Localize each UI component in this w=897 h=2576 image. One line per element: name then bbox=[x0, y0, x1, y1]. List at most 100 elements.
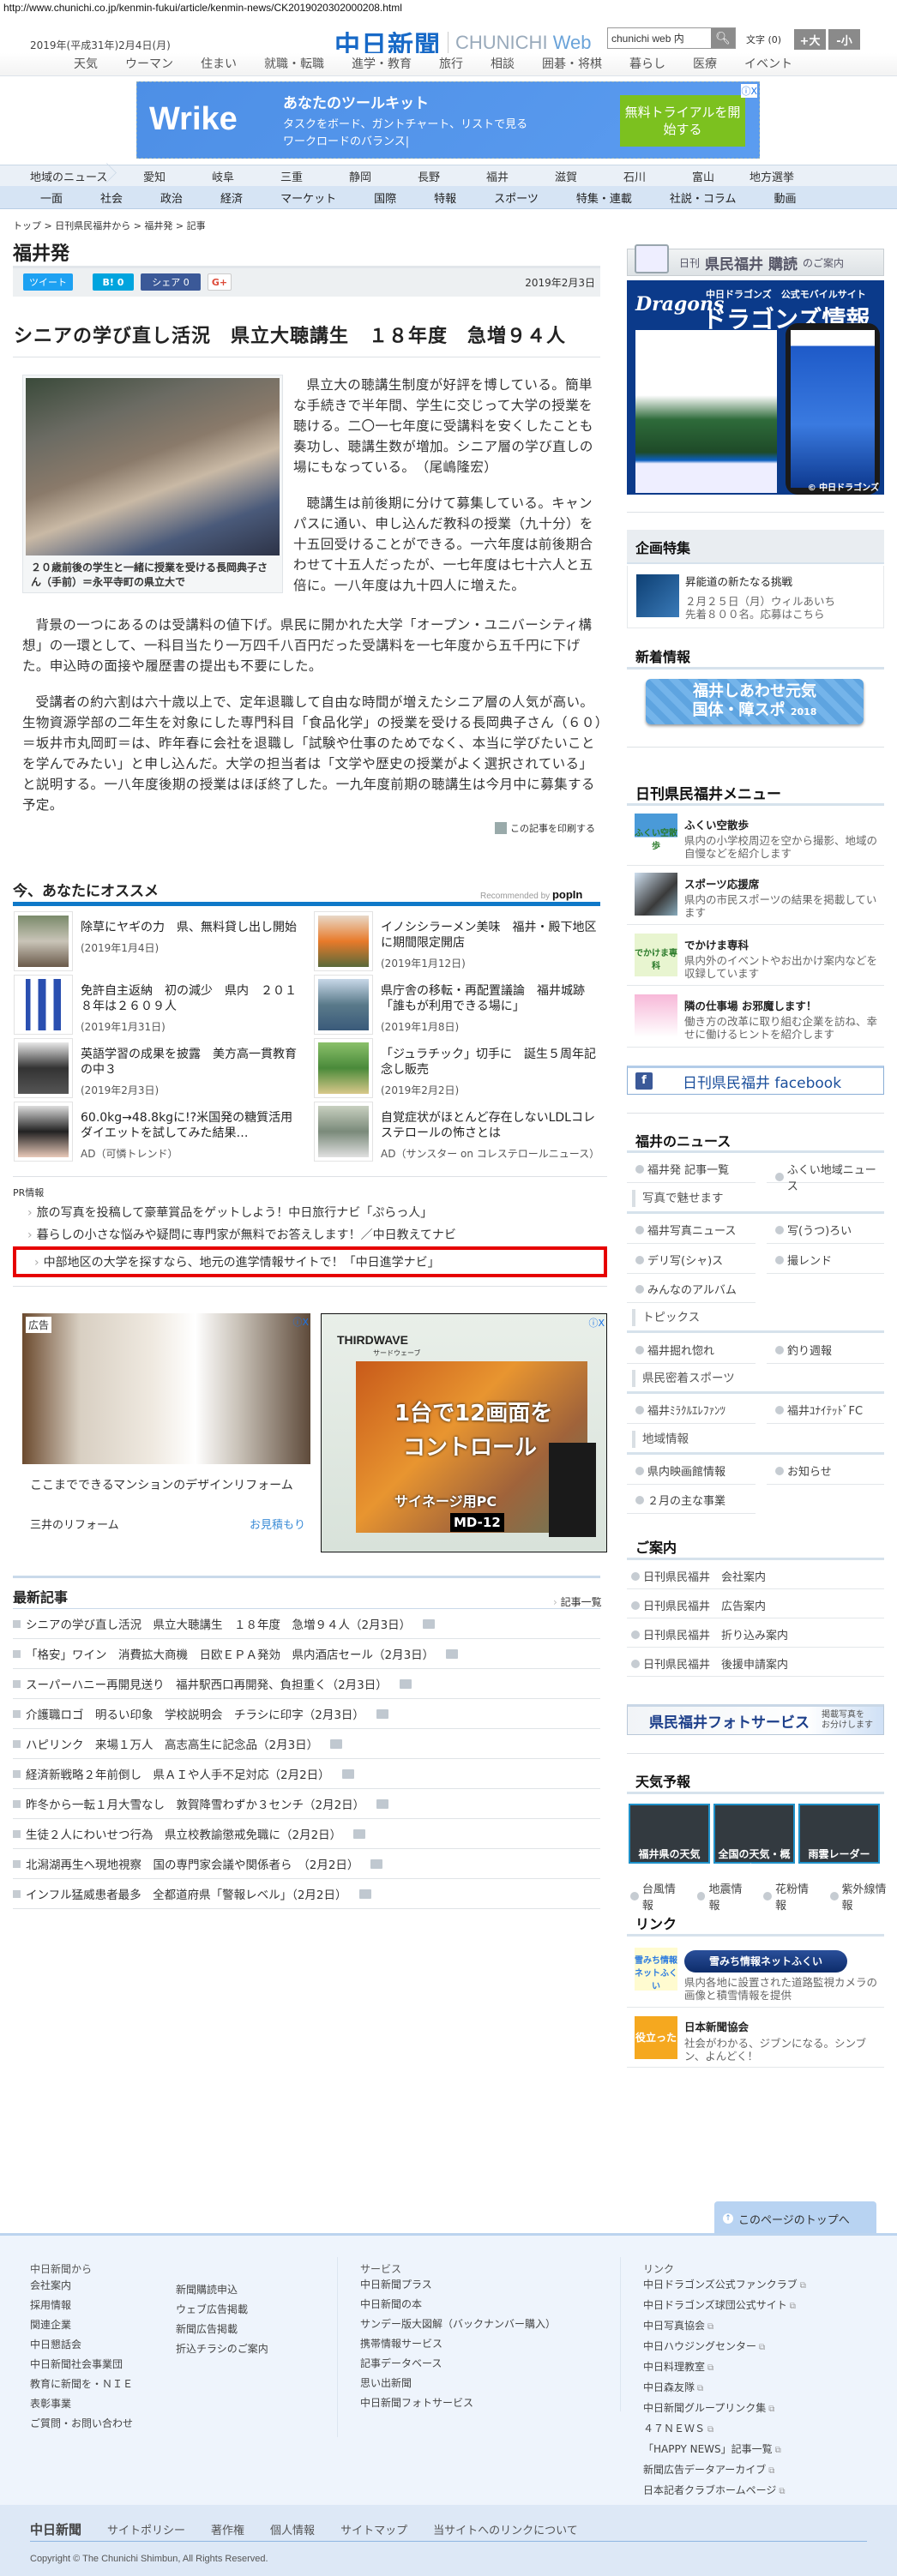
top-banner-ad[interactable]: Wrike あなたのツールキット タスクをボード、ガントチャート、リストで見る … bbox=[136, 81, 760, 159]
news-link[interactable]: デリ写(シャ)ス bbox=[635, 1252, 756, 1268]
latest-article[interactable]: シニアの学び直し活況 県立大聴講生 １８年度 急増９４人（2月3日） bbox=[13, 1609, 600, 1639]
recommend-item[interactable]: 免許自主返納 初の減少 県内 ２０１８年は２６０９人 (2019年1月31日) bbox=[14, 975, 301, 1036]
latest-article[interactable]: 昨冬から一転１月大雪なし 敦賀降雪わずか３センチ（2月2日） bbox=[13, 1789, 600, 1819]
feature-item[interactable]: 昇能道の新たなる挑戦 ２月２５日（月）ウィルあいち 先着８００名。応募はこちら bbox=[627, 566, 884, 628]
footer-link[interactable]: ４７ＮＥＷＳ bbox=[643, 2419, 806, 2440]
guide-link[interactable]: 日刊県民福井 折り込み案内 bbox=[631, 1626, 884, 1642]
footer-link[interactable]: 中日懇話会 bbox=[30, 2335, 133, 2355]
breadcrumb[interactable]: トップ > 日刊県民福井から > 福井発 > 記事 bbox=[13, 219, 206, 232]
footer-bar-link[interactable]: 当サイトへのリンクについて bbox=[433, 2521, 578, 2537]
guide-link[interactable]: 日刊県民福井 後援申請案内 bbox=[631, 1655, 884, 1672]
top-nav-item[interactable]: ウーマン bbox=[111, 53, 187, 75]
latest-article-title[interactable]: 昨冬から一転１月大雪なし 敦賀降雪わずか３センチ（2月2日） bbox=[26, 1795, 364, 1812]
weather-tile-fukui[interactable]: 福井県の天気 bbox=[629, 1804, 710, 1864]
link-item[interactable]: 役立った 日本新聞協会 社会がわかる、ジブンになる。シンブン、よんどく！ bbox=[627, 2008, 884, 2068]
footer-link[interactable]: 中日ドラゴンズ公式ファンクラブ bbox=[643, 2275, 806, 2296]
news-link[interactable]: 福井ﾐﾗｸﾙｴﾚﾌｧﾝﾂ bbox=[635, 1402, 756, 1418]
footer-link[interactable]: 中日新聞グループリンク集 bbox=[643, 2399, 806, 2419]
article-photo[interactable] bbox=[26, 378, 280, 555]
recommend-item-title[interactable]: 英語学習の成果を披露 美方高一貫教育の中３ bbox=[81, 1047, 299, 1078]
top-nav-item[interactable]: 住まい bbox=[187, 53, 250, 75]
latest-article[interactable]: 介護職ロゴ 明るい印象 学校説明会 チラシに印字（2月3日） bbox=[13, 1699, 600, 1729]
menu-item[interactable]: 隣の仕事場 お邪魔します！ 働き方の改革に取り組む企業を訪ね、幸せに働けるヒント… bbox=[627, 987, 884, 1048]
facebook-link[interactable]: f 日刊県民福井 facebook bbox=[627, 1066, 884, 1095]
kokutai-banner[interactable]: 福井しあわせ元気 国体・障スポ 2018 bbox=[646, 679, 864, 724]
footer-link[interactable]: 教育に新聞を・ＮＩＥ bbox=[30, 2375, 133, 2394]
recommend-item-title[interactable]: 県庁舎の移転・再配置議論 福井城跡「誰もが利用できる場に」 bbox=[381, 983, 599, 1014]
menu-item-title[interactable]: ふくい空散歩 bbox=[684, 816, 749, 832]
region-nav-item[interactable]: 富山 bbox=[669, 168, 737, 184]
weather-tile-national[interactable]: 全国の天気・概況 bbox=[713, 1804, 795, 1875]
top-nav-item[interactable]: 相談 bbox=[477, 53, 528, 75]
latest-article-title[interactable]: 「格安」ワイン 消費拡大商機 日欧ＥＰＡ発効 県内酒店セール（2月3日） bbox=[26, 1645, 434, 1662]
footer-link[interactable]: 中日新聞社会事業団 bbox=[30, 2355, 133, 2375]
search-input[interactable] bbox=[608, 28, 711, 48]
category-nav-item[interactable]: 一面 bbox=[21, 189, 81, 206]
region-nav-item[interactable]: 岐阜 bbox=[189, 168, 257, 184]
font-larger-button[interactable]: +大 bbox=[794, 29, 826, 50]
guide-link[interactable]: 日刊県民福井 会社案内 bbox=[631, 1568, 884, 1584]
ad-cta-link[interactable]: お見積もり bbox=[250, 1516, 305, 1532]
news-link[interactable]: 県内映画館情報 bbox=[635, 1462, 756, 1479]
latest-article-title[interactable]: ハピリンク 来場１万人 高志高生に記念品（2月3日） bbox=[26, 1735, 318, 1752]
category-nav-item[interactable]: 社会 bbox=[81, 189, 141, 206]
top-nav-item[interactable]: 旅行 bbox=[425, 53, 477, 75]
menu-item[interactable]: スポーツ応援席 県内の市民スポーツの結果を掲載しています bbox=[627, 865, 884, 925]
weather-link[interactable]: 紫外線情報 bbox=[830, 1880, 897, 1912]
news-link[interactable]: 福井ﾕﾅｲﾃｯﾄﾞFC bbox=[775, 1402, 884, 1418]
recommend-item-title[interactable]: イノシシラーメン美味 福井・殿下地区に期間限定開店 bbox=[381, 920, 599, 951]
footer-link[interactable]: 中日新聞プラス bbox=[360, 2275, 556, 2295]
latest-article[interactable]: 生徒２人にわいせつ行為 県立校教諭懲戒免職に（2月2日） bbox=[13, 1819, 600, 1849]
category-nav-item[interactable]: スポーツ bbox=[475, 189, 557, 206]
latest-article-title[interactable]: シニアの学び直し活況 県立大聴講生 １８年度 急増９４人（2月3日） bbox=[26, 1615, 411, 1632]
footer-link[interactable]: 新聞広告掲載 bbox=[176, 2320, 268, 2339]
region-nav-item[interactable]: 地方選挙 bbox=[737, 168, 806, 184]
back-to-top-button[interactable]: ↑ このページのトップへ bbox=[714, 2201, 876, 2236]
facebook-share-button[interactable]: シェア 0 bbox=[141, 273, 201, 291]
recommend-item-title[interactable]: 除草にヤギの力 県、無料貸し出し開始 bbox=[81, 920, 299, 935]
footer-link[interactable]: サンデー版大図解（バックナンバー購入） bbox=[360, 2315, 556, 2334]
news-link[interactable]: 撮レンド bbox=[775, 1252, 884, 1268]
news-link[interactable]: 福井写真ニュース bbox=[635, 1222, 756, 1238]
weather-link[interactable]: 地震情報 bbox=[697, 1880, 754, 1912]
menu-item-title[interactable]: でかけま専科 bbox=[684, 936, 749, 952]
latest-article[interactable]: インフル猛威患者最多 全都道府県「警報レベル」（2月2日） bbox=[13, 1879, 600, 1909]
recommend-item[interactable]: 除草にヤギの力 県、無料貸し出し開始 (2019年1月4日) bbox=[14, 911, 301, 973]
footer-link[interactable]: ウェブ広告掲載 bbox=[176, 2300, 268, 2320]
latest-article-title[interactable]: インフル猛威患者最多 全都道府県「警報レベル」（2月2日） bbox=[26, 1885, 347, 1902]
latest-article[interactable]: 「格安」ワイン 消費拡大商機 日欧ＥＰＡ発効 県内酒店セール（2月3日） bbox=[13, 1639, 600, 1669]
footer-link[interactable]: 会社案内 bbox=[30, 2276, 133, 2296]
category-nav-item[interactable]: 国際 bbox=[355, 189, 415, 206]
footer-link[interactable]: 折込チラシのご案内 bbox=[176, 2339, 268, 2359]
recommend-item[interactable]: 自覚症状がほとんど存在しないLDLコレステロールの怖さとは AD（サンスター o… bbox=[314, 1102, 601, 1163]
footer-link[interactable]: 中日ドラゴンズ球団公式サイト bbox=[643, 2296, 806, 2316]
region-nav-item[interactable]: 愛知 bbox=[120, 168, 189, 184]
region-nav-item[interactable]: 滋賀 bbox=[532, 168, 600, 184]
category-nav-item[interactable]: 特集・連載 bbox=[557, 189, 651, 206]
latest-more-link[interactable]: › 記事一覧 bbox=[553, 1594, 602, 1609]
top-nav-item[interactable]: 天気 bbox=[60, 53, 111, 75]
weather-link[interactable]: 台風情報 bbox=[630, 1880, 687, 1912]
footer-link[interactable]: 中日料理教室 bbox=[643, 2357, 806, 2378]
tweet-button[interactable]: ツイート bbox=[23, 273, 73, 291]
footer-link[interactable]: 関連企業 bbox=[30, 2315, 133, 2335]
category-nav-item[interactable]: 特報 bbox=[415, 189, 475, 206]
recommend-item[interactable]: 県庁舎の移転・再配置議論 福井城跡「誰もが利用できる場に」 (2019年1月8日… bbox=[314, 975, 601, 1036]
recommend-item[interactable]: 英語学習の成果を披露 美方高一貫教育の中３ (2019年2月3日) bbox=[14, 1038, 301, 1100]
subscribe-banner[interactable]: 日刊 県民福井 購読 のご案内 bbox=[627, 244, 884, 276]
menu-item-title[interactable]: スポーツ応援席 bbox=[684, 875, 759, 892]
latest-article-title[interactable]: 生徒２人にわいせつ行為 県立校教諭懲戒免職に（2月2日） bbox=[26, 1825, 341, 1842]
footer-bar-link[interactable]: サイトマップ bbox=[340, 2521, 407, 2537]
news-link[interactable]: ２月の主な事業 bbox=[635, 1492, 756, 1508]
recommend-item-title[interactable]: 自覚症状がほとんど存在しないLDLコレステロールの怖さとは bbox=[381, 1110, 599, 1141]
gplus-button[interactable]: G+ bbox=[208, 273, 232, 291]
footer-link[interactable]: 中日新聞の本 bbox=[360, 2295, 556, 2315]
region-nav-item[interactable]: 福井 bbox=[463, 168, 532, 184]
footer-link[interactable]: 中日ハウジングセンター bbox=[643, 2337, 806, 2357]
footer-link[interactable]: 新聞購読申込 bbox=[176, 2280, 268, 2300]
footer-bar-link[interactable]: サイトポリシー bbox=[107, 2521, 185, 2537]
news-link[interactable]: お知らせ bbox=[775, 1462, 884, 1479]
footer-link[interactable]: 日本記者クラブホームページ bbox=[643, 2481, 806, 2501]
dragons-banner[interactable]: Dragons 中日ドラゴンズ 公式モバイルサイト ドラゴンズ情報 © 中日ドラ… bbox=[627, 280, 884, 495]
font-smaller-button[interactable]: -小 bbox=[828, 29, 860, 50]
